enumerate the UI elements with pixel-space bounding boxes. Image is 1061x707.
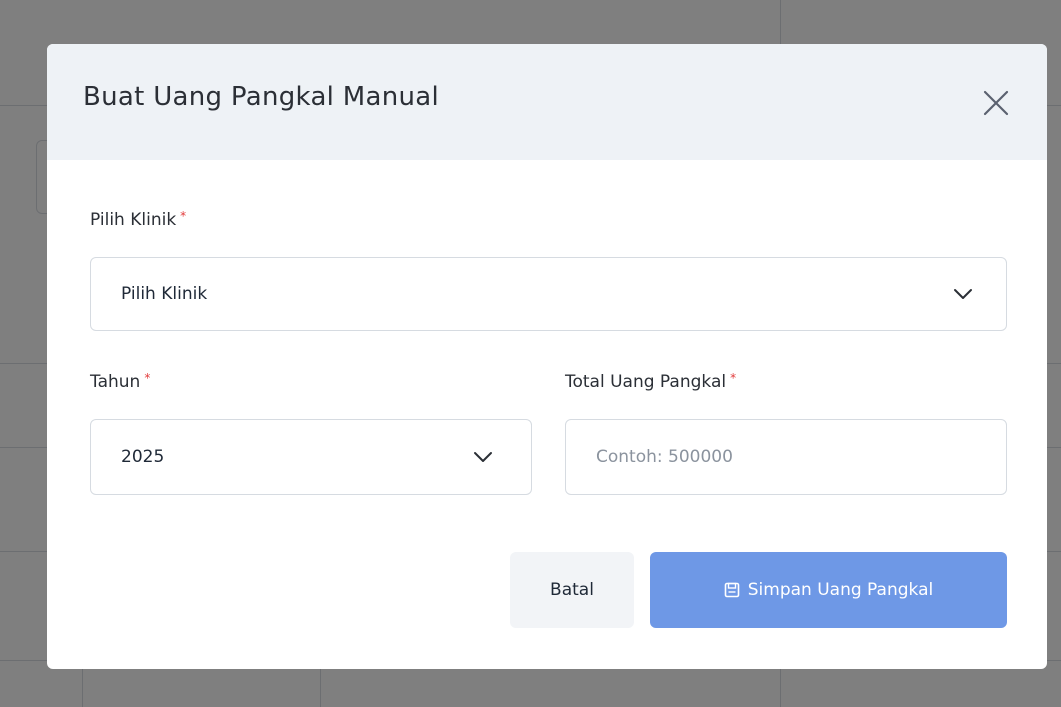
modal-title: Buat Uang Pangkal Manual: [83, 82, 440, 112]
clinic-label-text: Pilih Klinik: [90, 210, 177, 230]
save-button[interactable]: Simpan Uang Pangkal: [650, 552, 1007, 628]
close-button[interactable]: [979, 86, 1013, 120]
create-fee-modal: Buat Uang Pangkal Manual Pilih Klinik * P…: [47, 44, 1047, 669]
total-fee-input[interactable]: [566, 420, 1006, 494]
year-field-label: Tahun *: [90, 371, 151, 392]
cancel-button-label: Batal: [550, 580, 594, 600]
save-button-label: Simpan Uang Pangkal: [747, 580, 934, 600]
modal-header: Buat Uang Pangkal Manual: [47, 44, 1047, 160]
chevron-down-icon: [954, 289, 972, 299]
clinic-select-value: Pilih Klinik: [121, 284, 208, 304]
cancel-button[interactable]: Batal: [510, 552, 634, 628]
clinic-select[interactable]: Pilih Klinik: [90, 257, 1007, 331]
chevron-down-icon: [474, 452, 492, 462]
required-marker: *: [180, 209, 187, 223]
clinic-field-label: Pilih Klinik *: [90, 209, 187, 230]
total-field-label: Total Uang Pangkal *: [565, 371, 737, 392]
required-marker: *: [144, 371, 151, 385]
year-select[interactable]: 2025: [90, 419, 532, 495]
year-select-value: 2025: [121, 447, 165, 467]
close-icon: [983, 90, 1009, 116]
required-marker: *: [730, 371, 737, 385]
total-fee-field: [565, 419, 1007, 495]
year-label-text: Tahun: [90, 372, 141, 392]
total-label-text: Total Uang Pangkal: [565, 372, 727, 392]
save-icon: [724, 582, 740, 598]
